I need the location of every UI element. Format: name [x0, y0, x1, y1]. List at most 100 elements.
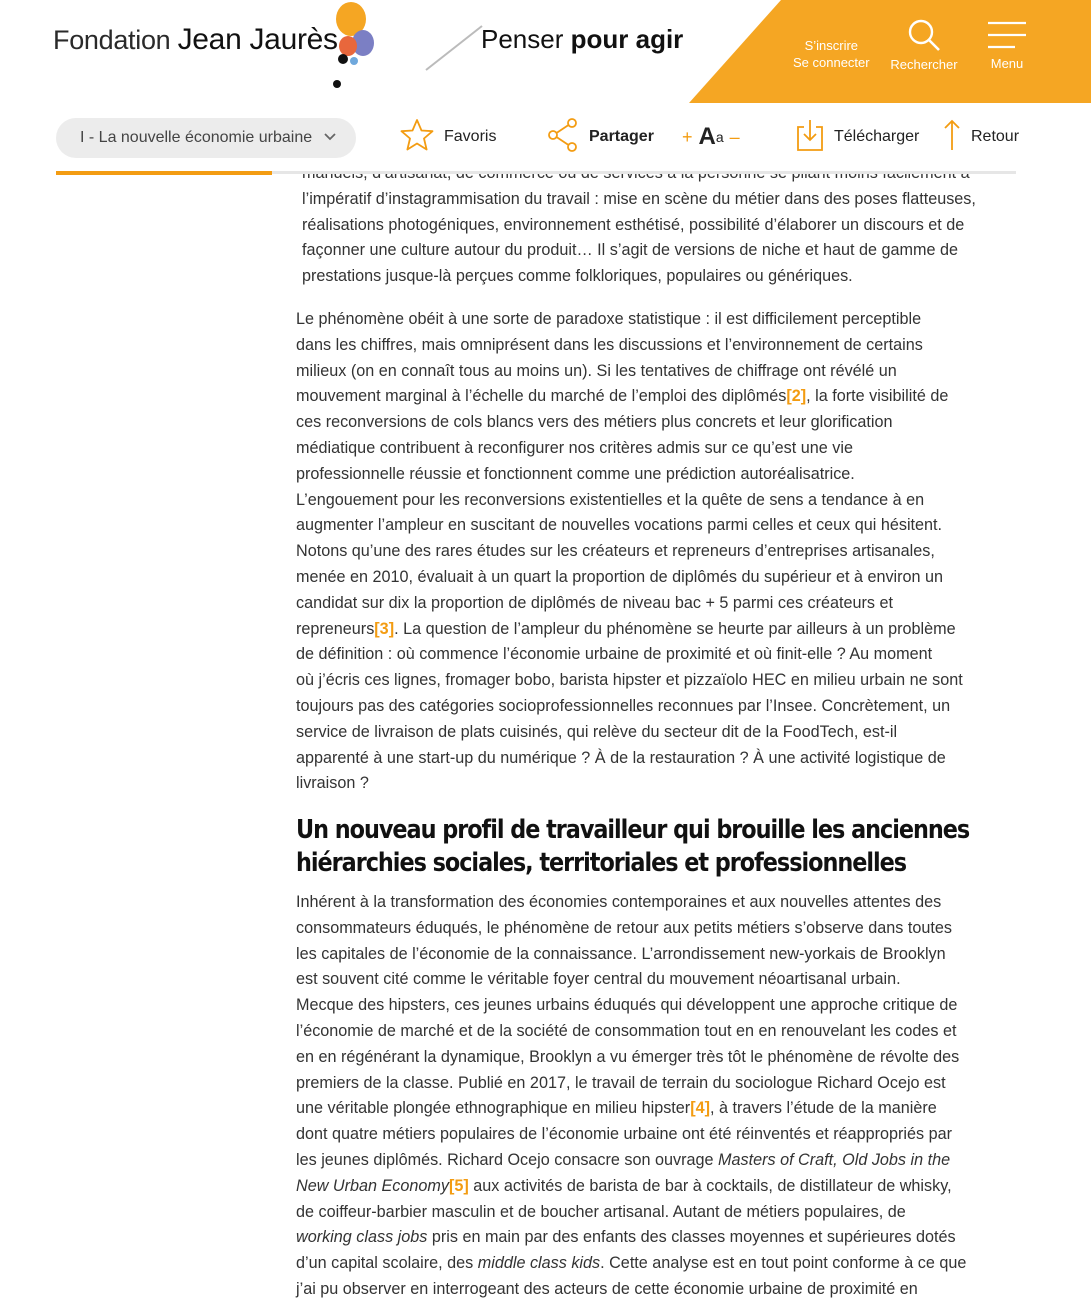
text-line: où j’écris ces lignes, fromager bobo, ba…	[296, 671, 963, 690]
text-line: une véritable plongée ethnographique en …	[296, 1096, 996, 1122]
divider-slash	[425, 25, 483, 71]
text-line: premiers de la classe. Publié en 2017, l…	[296, 1073, 946, 1092]
emphasis: working class jobs	[296, 1228, 428, 1247]
footnote-ref-3[interactable]: [3]	[374, 620, 394, 638]
logo-wordmark: Fondation Jean Jaurès	[53, 18, 338, 62]
quote-line: prestations jusque-là perçues comme folk…	[302, 267, 853, 286]
header-actions-panel: S’inscrire Se connecter Rechercher Menu	[689, 0, 1091, 103]
logo-name: Jean Jaurès	[177, 23, 338, 56]
text-line: toujours pas des catégories socioprofess…	[296, 696, 951, 715]
reading-progress-bar	[56, 171, 272, 175]
text-line: mouvement marginal à l’échelle du marché…	[296, 384, 996, 410]
text-line: consommateurs éduqués, le phénomène de r…	[296, 918, 952, 937]
quote-line: réalisations photogéniques, environnemen…	[302, 215, 965, 234]
text-line: repreneurs[3]. La question de l’ampleur …	[296, 617, 996, 643]
text-line: Le phénomène obéit à une sorte de parado…	[296, 310, 922, 328]
emphasis: middle class kids	[477, 1254, 601, 1273]
text-line: candidat sur dix la proportion de diplôm…	[296, 593, 894, 612]
section-heading: Un nouveau profil de travailleur qui bro…	[296, 814, 975, 880]
quote-line: l’impératif d’instagrammisation du trava…	[302, 189, 976, 208]
search-label: Rechercher	[890, 57, 958, 72]
logo-dots-icon	[333, 2, 374, 88]
text-line: de définition : où commence l’économie u…	[296, 645, 933, 664]
signup-link[interactable]: S’inscrire	[793, 37, 870, 54]
text-line: Inhérent à la transformation des économi…	[296, 893, 942, 911]
font-increase-button[interactable]: +	[682, 127, 693, 148]
footnote-ref-2[interactable]: [2]	[786, 387, 806, 405]
text-line: ces reconversions de cols blancs vers de…	[296, 413, 893, 432]
text-segment: d’un capital scolaire, des	[296, 1254, 478, 1273]
back-label: Retour	[971, 128, 1020, 145]
share-icon	[547, 117, 589, 157]
text-line: dont quatre métiers populaires de l’écon…	[296, 1125, 952, 1144]
menu-button[interactable]: Menu	[982, 20, 1032, 71]
favorites-button[interactable]: Favoris	[400, 117, 496, 157]
heading-line: hiérarchies sociales, territoriales et p…	[296, 848, 907, 878]
text-line: Notons qu’une des rares études sur les c…	[296, 542, 935, 561]
text-line: milieux (on en connaît tous au moins un)…	[296, 361, 897, 380]
font-size-big-a: A	[698, 123, 716, 150]
text-segment: une véritable plongée ethnographique en …	[296, 1099, 691, 1118]
text-line: d’un capital scolaire, des middle class …	[296, 1251, 996, 1277]
login-link[interactable]: Se connecter	[793, 54, 870, 71]
text-line: médiatique contribuent à reconfigurer no…	[296, 438, 853, 457]
text-segment: . Cette analyse est en tout point confor…	[600, 1254, 967, 1273]
text-line: augmenter l’ampleur en suscitant de nouv…	[296, 516, 943, 535]
text-segment: pris en main par des enfants des classes…	[427, 1228, 956, 1247]
book-title: Masters of Craft, Old Jobs in the	[718, 1150, 951, 1169]
logo-prefix: Fondation	[53, 25, 171, 55]
text-segment: , la forte visibilité de	[806, 387, 949, 406]
text-segment: mouvement marginal à l’échelle du marché…	[296, 387, 787, 406]
article-paragraph: Le phénomène obéit à une sorte de parado…	[296, 307, 996, 797]
text-line: New Urban Economy[5] aux activités de ba…	[296, 1174, 996, 1200]
font-size-small-a: a	[715, 129, 724, 145]
search-button[interactable]: Rechercher	[884, 18, 964, 72]
download-label: Télécharger	[834, 128, 920, 145]
account-button[interactable]: S’inscrire Se connecter	[793, 37, 870, 71]
download-button[interactable]: Télécharger	[796, 117, 919, 157]
text-line: menée en 2010, évaluait à un quart la pr…	[296, 567, 944, 586]
site-header: Fondation Jean Jaurès Penser pour agir S…	[0, 0, 1091, 103]
text-line: working class jobs pris en main par des …	[296, 1225, 996, 1251]
site-tagline: Penser pour agir	[481, 24, 683, 55]
blockquote: manuels, d’artisanat, de commerce ou de …	[302, 161, 1012, 290]
download-icon	[796, 118, 834, 157]
book-title: New Urban Economy	[296, 1176, 449, 1195]
text-segment: les jeunes diplômés. Richard Ocejo consa…	[296, 1150, 718, 1169]
hamburger-icon	[988, 21, 1026, 49]
search-icon	[908, 19, 940, 51]
font-decrease-button[interactable]: –	[730, 127, 740, 148]
reader-toolbar: I - La nouvelle économie urbaine Favoris…	[0, 103, 1091, 171]
site-logo[interactable]: Fondation Jean Jaurès	[53, 2, 374, 88]
text-line: dans les chiffres, mais omniprésent dans…	[296, 335, 923, 354]
font-size-control: + Aa –	[676, 117, 746, 157]
text-line: livraison ?	[296, 774, 369, 793]
text-segment: repreneurs	[296, 619, 375, 638]
text-segment: . La question de l’ampleur du phénomène …	[394, 619, 956, 638]
text-line: j’ai pu observer en interrogeant des act…	[296, 1279, 918, 1298]
text-line: apparenté à une start-up du numérique ? …	[296, 748, 946, 767]
text-segment: , à travers l’étude de la manière	[709, 1099, 937, 1118]
back-to-top-button[interactable]: Retour	[943, 117, 1019, 157]
text-line: L’engouement pour les reconversions exis…	[296, 490, 925, 509]
text-line: Mecque des hipsters, ces jeunes urbains …	[296, 996, 958, 1015]
text-line: service de livraison de plats cuisinés, …	[296, 722, 898, 741]
text-line: l’économie de marché et de la société de…	[296, 1021, 957, 1040]
tagline-part2: pour agir	[570, 24, 684, 54]
text-line: en en régénérant la dynamique, Brooklyn …	[296, 1047, 960, 1066]
heading-line: Un nouveau profil de travailleur qui bro…	[296, 815, 970, 845]
favorites-label: Favoris	[444, 128, 497, 145]
share-label: Partager	[589, 128, 654, 145]
text-segment: aux activités de barista de bar à cockta…	[468, 1176, 952, 1195]
share-button[interactable]: Partager	[547, 117, 654, 157]
star-icon	[400, 118, 444, 157]
text-line: les jeunes diplômés. Richard Ocejo consa…	[296, 1148, 996, 1174]
text-line: est souvent cité comme le véritable foye…	[296, 970, 901, 989]
tagline-part1: Penser	[481, 24, 564, 54]
text-line: professionnelle réussie et fonctionnent …	[296, 464, 855, 483]
chapter-select[interactable]: I - La nouvelle économie urbaine	[56, 118, 356, 158]
chevron-down-icon	[324, 130, 336, 149]
chapter-select-value: I - La nouvelle économie urbaine	[80, 129, 313, 146]
footnote-ref-4[interactable]: [4]	[690, 1099, 710, 1117]
footnote-ref-5[interactable]: [5]	[449, 1177, 469, 1195]
